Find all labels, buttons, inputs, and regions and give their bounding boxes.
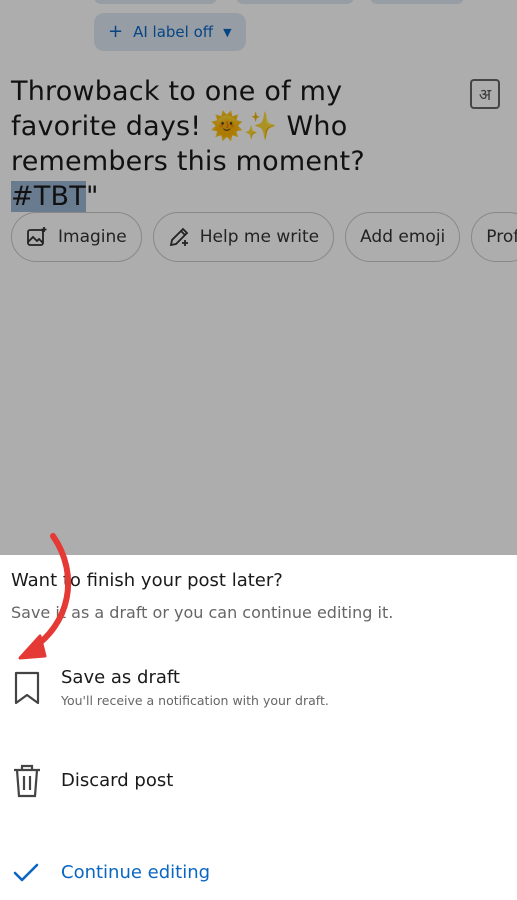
bookmark-icon: [14, 671, 40, 705]
trash-icon: [14, 764, 40, 798]
continue-editing-label: Continue editing: [61, 862, 211, 883]
discard-post-label: Discard post: [61, 770, 174, 791]
sheet-subtitle: Save it as a draft or you can continue e…: [11, 603, 394, 622]
save-as-draft-label: Save as draft: [61, 667, 180, 688]
checkmark-icon: [13, 863, 39, 882]
save-as-draft-description: You'll receive a notification with your …: [61, 693, 329, 708]
modal-scrim[interactable]: [0, 0, 517, 555]
sheet-title: Want to finish your post later?: [11, 570, 283, 591]
